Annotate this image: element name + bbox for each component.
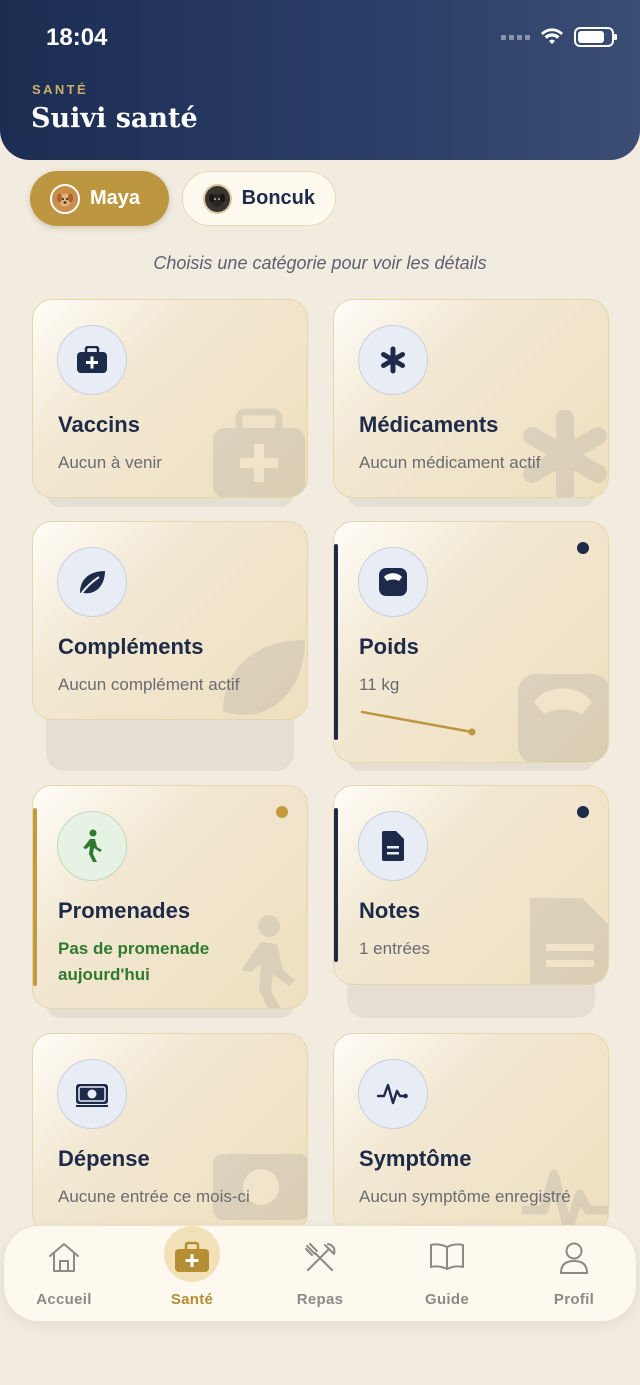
card-title: Poids [359, 634, 419, 659]
card-vaccins[interactable]: Vaccins Aucun à venir [32, 299, 308, 509]
card-subtitle: Aucun médicament actif [359, 453, 541, 472]
pet-avatar [50, 183, 80, 214]
card-title: Symptôme [359, 1146, 472, 1171]
tab-profil[interactable]: Profil [524, 1226, 624, 1323]
tab-repas[interactable]: Repas [270, 1226, 370, 1323]
card-medicaments[interactable]: Médicaments Aucun médicament actif [333, 299, 609, 509]
tab-label: Profil [553, 1291, 595, 1308]
indicator-dot [577, 806, 589, 818]
card-title: Compléments [58, 634, 204, 659]
indicator-dot [577, 542, 589, 554]
card-poids[interactable]: Poids 11 kg [333, 521, 609, 771]
card-subtitle: Aucun complément actif [58, 675, 240, 694]
asterisk-icon [358, 325, 428, 395]
tab-label: Accueil [36, 1291, 92, 1308]
medical-kit-icon [57, 325, 127, 395]
card-depense[interactable]: Dépense Aucune entrée ce mois-ci [32, 1033, 308, 1233]
signal-icon [501, 34, 530, 40]
leaf-icon [57, 547, 127, 617]
card-subtitle: 1 entrées [359, 939, 430, 958]
pet-chip-boncuk[interactable]: Boncuk [182, 171, 336, 226]
card-symptome[interactable]: Symptôme Aucun symptôme enregistré [333, 1033, 609, 1233]
walk-icon [57, 811, 127, 881]
category-hint: Choisis une catégorie pour voir les déta… [153, 253, 487, 273]
bottom-tab-bar: Accueil Santé Repas Guide Profil [3, 1225, 637, 1322]
pulse-icon [358, 1059, 428, 1129]
status-time: 18:04 [46, 24, 108, 51]
pet-selector: Maya Boncuk [30, 171, 336, 226]
weight-trend-sparkline [360, 710, 476, 736]
card-complements[interactable]: Compléments Aucun complément actif [32, 521, 308, 771]
scale-icon [358, 547, 428, 617]
card-promenades[interactable]: Promenades Pas de promenade aujourd'hui [32, 785, 308, 1020]
tab-label: Repas [296, 1291, 344, 1308]
card-accent [334, 808, 338, 962]
section-eyebrow: SANTÉ [32, 82, 89, 97]
wifi-icon [541, 28, 563, 44]
pet-name: Boncuk [241, 187, 315, 209]
pet-avatar [203, 183, 232, 214]
card-subtitle: Pas de promenade aujourd'hui [58, 939, 210, 984]
document-icon [358, 811, 428, 881]
dog-face-icon [57, 193, 73, 206]
card-accent [33, 808, 37, 986]
card-title: Médicaments [359, 412, 499, 437]
status-icons [501, 27, 617, 47]
indicator-dot [276, 806, 288, 818]
card-subtitle: Aucun à venir [58, 453, 162, 472]
medical-kit-icon [175, 1241, 209, 1272]
card-notes[interactable]: Notes 1 entrées [333, 785, 609, 1020]
card-title: Dépense [58, 1146, 150, 1171]
card-subtitle: 11 kg [359, 675, 400, 694]
page-title: Suivi santé [31, 103, 198, 134]
home-icon [49, 1243, 79, 1272]
utensils-icon [305, 1243, 336, 1271]
dog-face-icon [209, 193, 226, 206]
card-title: Vaccins [58, 412, 140, 437]
card-title: Promenades [58, 898, 191, 923]
card-title: Notes [359, 898, 421, 923]
header: 18:04 SANTÉ Suivi santé [0, 0, 640, 160]
pet-name: Maya [90, 187, 141, 209]
money-icon [57, 1059, 127, 1129]
card-subtitle: Aucun symptôme enregistré [359, 1187, 571, 1206]
tab-label: Santé [170, 1291, 214, 1308]
tab-sante[interactable]: Santé [142, 1226, 242, 1323]
user-icon [560, 1242, 588, 1274]
tab-accueil[interactable]: Accueil [14, 1226, 114, 1323]
battery-icon [574, 27, 617, 47]
book-icon [430, 1243, 464, 1270]
tab-label: Guide [424, 1291, 469, 1308]
card-accent [334, 544, 338, 740]
pet-chip-maya[interactable]: Maya [30, 171, 169, 226]
tab-guide[interactable]: Guide [397, 1226, 497, 1323]
card-subtitle: Aucune entrée ce mois-ci [58, 1187, 250, 1206]
